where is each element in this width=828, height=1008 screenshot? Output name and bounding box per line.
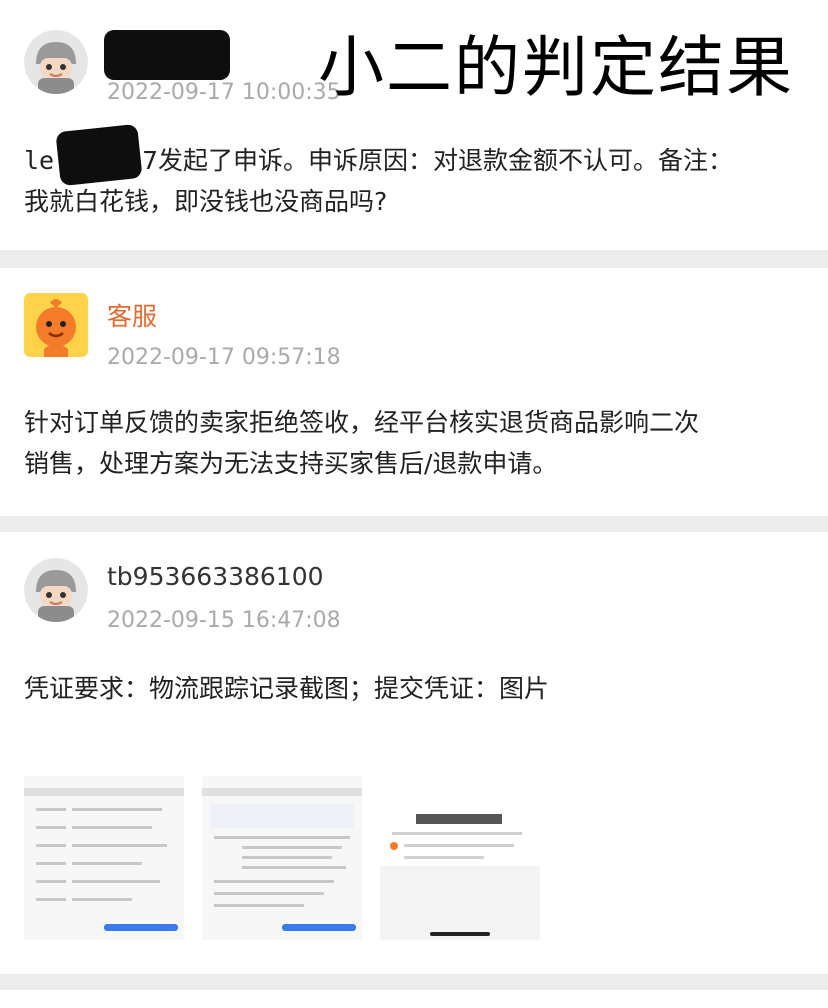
- message-line-2: 销售，处理方案为无法支持买家售后/退款申请。: [24, 449, 558, 478]
- attachment-thumbnail[interactable]: [380, 776, 540, 940]
- attachment-thumbnail[interactable]: [202, 776, 362, 940]
- timeline-entry: 客服 2022-09-17 09:57:18 针对订单反馈的卖家拒绝签收，经平台…: [0, 268, 828, 516]
- agent-name: 客服: [107, 302, 158, 331]
- timestamp: 2022-09-17 09:57:18: [107, 345, 341, 370]
- message-text: 凭证要求：物流跟踪记录截图；提交凭证：图片: [24, 668, 804, 709]
- message-text: 针对订单反馈的卖家拒绝签收，经平台核实退货商品影响二次 销售，处理方案为无法支持…: [24, 402, 804, 484]
- redaction-mark: [104, 30, 230, 80]
- overlay-caption: 小二的判定结果: [318, 29, 794, 106]
- attachment-thumbnail[interactable]: [24, 776, 184, 940]
- customer-service-avatar-icon[interactable]: [24, 293, 88, 357]
- user-avatar-icon[interactable]: [24, 558, 88, 622]
- message-prefix: le: [24, 146, 55, 175]
- message-text: le 7发起了申诉。申诉原因：对退款金额不认可。备注： 我就白花钱，即没钱也没商品…: [24, 140, 804, 222]
- user-name: tb953663386100: [107, 562, 324, 591]
- message-line-2: 我就白花钱，即没钱也没商品吗?: [24, 187, 388, 216]
- redaction-mark: [55, 123, 143, 187]
- next-entry-edge: [0, 990, 828, 1008]
- user-avatar-icon[interactable]: [24, 30, 88, 94]
- message-line-1: 凭证要求：物流跟踪记录截图；提交凭证：图片: [24, 674, 550, 703]
- timestamp: 2022-09-17 10:00:35: [107, 80, 341, 105]
- message-line-1: 7发起了申诉。申诉原因：对退款金额不认可。备注：: [142, 146, 734, 175]
- timestamp: 2022-09-15 16:47:08: [107, 608, 341, 633]
- message-line-1: 针对订单反馈的卖家拒绝签收，经平台核实退货商品影响二次: [24, 408, 700, 437]
